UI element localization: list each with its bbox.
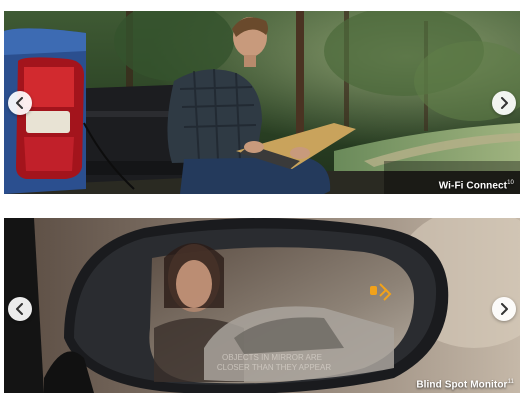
carousel-next-button[interactable] <box>492 297 516 321</box>
carousel-prev-button[interactable] <box>8 297 32 321</box>
slide-caption: Blind Spot Monitor11 <box>416 379 514 390</box>
carousel-slide-blind-spot-monitor: OBJECTS IN MIRROR ARE CLOSER THAN THEY A… <box>4 218 520 393</box>
carousel-next-button[interactable] <box>492 91 516 115</box>
caption-footnote: 10 <box>507 179 514 186</box>
mirror-warning-line1: OBJECTS IN MIRROR ARE <box>222 353 322 362</box>
slide-caption: Wi-Fi Connect10 <box>439 180 514 191</box>
chevron-right-icon <box>501 97 508 109</box>
mirror-warning-line2: CLOSER THAN THEY APPEAR <box>217 363 331 372</box>
carousel-prev-button[interactable] <box>8 91 32 115</box>
caption-text: Wi-Fi Connect <box>438 180 508 191</box>
caption-text: Blind Spot Monitor <box>416 379 508 390</box>
wifi-connect-photo <box>4 11 520 194</box>
chevron-left-icon <box>16 303 23 315</box>
chevron-left-icon <box>16 97 23 109</box>
blind-spot-monitor-photo: OBJECTS IN MIRROR ARE CLOSER THAN THEY A… <box>4 218 520 393</box>
carousel-slide-wifi-connect: Wi-Fi Connect10 <box>4 11 520 194</box>
caption-footnote: 11 <box>507 378 514 385</box>
chevron-right-icon <box>501 303 508 315</box>
